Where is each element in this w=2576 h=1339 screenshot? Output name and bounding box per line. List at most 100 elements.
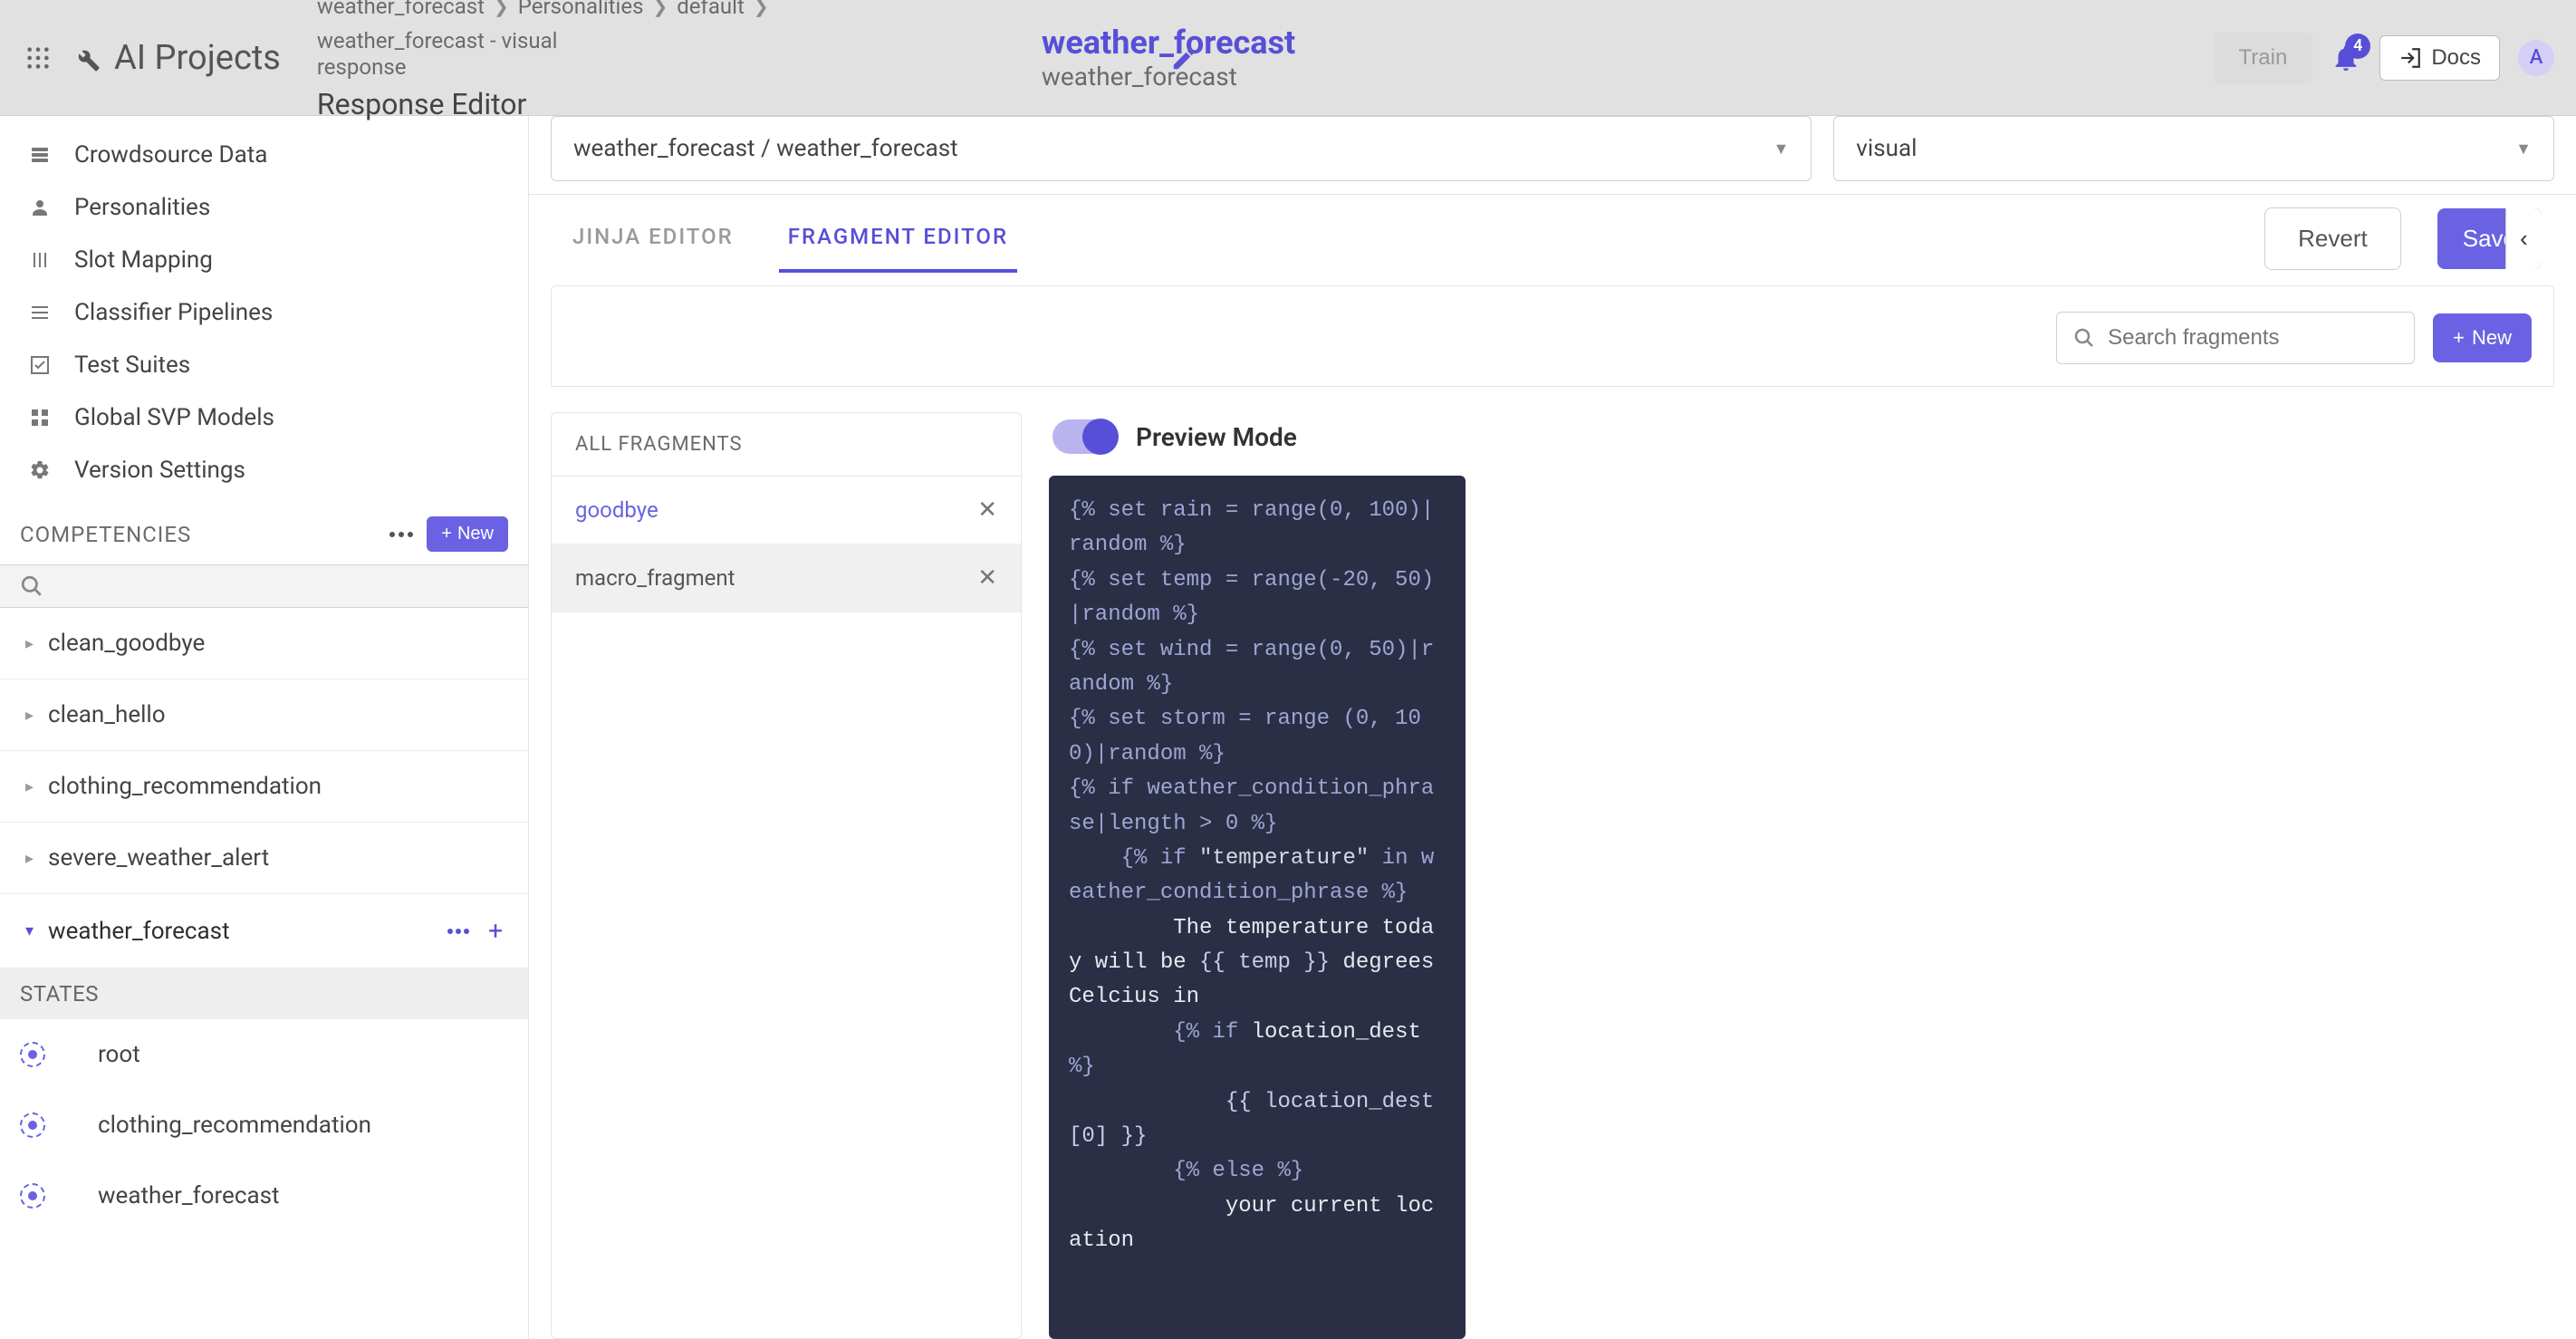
person-icon bbox=[27, 197, 53, 218]
state-label: root bbox=[98, 1041, 140, 1068]
more-icon[interactable] bbox=[447, 928, 470, 935]
nav-item-global-svp[interactable]: Global SVP Models bbox=[0, 391, 528, 444]
more-icon[interactable] bbox=[389, 530, 414, 539]
close-icon[interactable]: ✕ bbox=[977, 564, 997, 592]
chevron-right-icon: ▸ bbox=[25, 777, 34, 796]
competencies-label: COMPETENCIES bbox=[20, 522, 191, 547]
nav-label: Version Settings bbox=[74, 457, 245, 484]
search-icon bbox=[2073, 327, 2095, 349]
select-competency-path[interactable]: weather_forecast / weather_forecast ▼ bbox=[551, 116, 1812, 181]
tree-item-severe-weather-alert[interactable]: ▸ severe_weather_alert bbox=[0, 823, 528, 894]
docs-button[interactable]: Docs bbox=[2379, 35, 2500, 81]
caret-down-icon: ▼ bbox=[2515, 140, 2532, 159]
tree-item-clothing-recommendation[interactable]: ▸ clothing_recommendation bbox=[0, 751, 528, 823]
competencies-header: COMPETENCIES + New bbox=[0, 496, 528, 564]
preview-toggle-row: Preview Mode bbox=[1049, 412, 2554, 476]
sidebar: Crowdsource Data Personalities Slot Mapp… bbox=[0, 116, 529, 1339]
preview-mode-label: Preview Mode bbox=[1136, 422, 1297, 452]
state-bullet-icon bbox=[20, 1113, 45, 1138]
avatar[interactable]: A bbox=[2518, 40, 2554, 76]
fragment-name: goodbye bbox=[575, 497, 658, 523]
nav-item-personalities[interactable]: Personalities bbox=[0, 181, 528, 234]
close-icon[interactable]: ✕ bbox=[977, 496, 997, 524]
response-editor-label: Response Editor bbox=[317, 87, 969, 121]
nav-item-classifier-pipelines[interactable]: Classifier Pipelines bbox=[0, 286, 528, 339]
train-button[interactable]: Train bbox=[2214, 33, 2313, 83]
tree-item-weather-forecast[interactable]: ▾ weather_forecast + bbox=[0, 894, 528, 968]
nav-item-slot-mapping[interactable]: Slot Mapping bbox=[0, 234, 528, 286]
tree-item-clean-goodbye[interactable]: ▸ clean_goodbye bbox=[0, 608, 528, 679]
nav-item-version-settings[interactable]: Version Settings bbox=[0, 444, 528, 496]
notifications-button[interactable]: 4 bbox=[2331, 43, 2361, 73]
wrench-icon bbox=[71, 43, 101, 73]
revert-button[interactable]: Revert bbox=[2264, 207, 2401, 270]
crumb-default[interactable]: default bbox=[677, 0, 745, 19]
search-icon bbox=[20, 574, 43, 598]
save-button[interactable]: Save ‹ bbox=[2437, 208, 2542, 269]
edit-icon[interactable] bbox=[1170, 45, 1197, 72]
tab-jinja-editor[interactable]: JINJA EDITOR bbox=[563, 204, 743, 273]
state-item-root[interactable]: root bbox=[0, 1019, 528, 1090]
mapping-icon bbox=[27, 249, 53, 271]
chevron-right-icon: ❯ bbox=[652, 0, 668, 17]
caret-down-icon: ▼ bbox=[1773, 140, 1789, 159]
plus-icon: + bbox=[2453, 326, 2465, 350]
new-fragment-button[interactable]: + New bbox=[2433, 313, 2532, 362]
apps-menu-icon[interactable] bbox=[22, 42, 54, 74]
exit-icon bbox=[2398, 46, 2422, 70]
plus-icon[interactable]: + bbox=[488, 916, 503, 946]
fragment-item-macro-fragment[interactable]: macro_fragment ✕ bbox=[552, 544, 1021, 612]
brand[interactable]: AI Projects bbox=[71, 38, 281, 78]
fragment-list-header: ALL FRAGMENTS bbox=[552, 413, 1021, 477]
nav-label: Crowdsource Data bbox=[74, 141, 267, 169]
page-title-block: weather_forecast weather_forecast bbox=[1042, 24, 1295, 92]
tree-label: clean_goodbye bbox=[48, 630, 205, 657]
fragment-toolbar: + New bbox=[551, 285, 2554, 387]
crumb-personalities[interactable]: Personalities bbox=[518, 0, 644, 19]
state-bullet-icon bbox=[20, 1042, 45, 1067]
search-fragments-field[interactable] bbox=[2108, 325, 2398, 351]
select-response-type[interactable]: visual ▼ bbox=[1833, 116, 2554, 181]
tree-item-clean-hello[interactable]: ▸ clean_hello bbox=[0, 679, 528, 751]
chevron-down-icon: ▾ bbox=[25, 921, 34, 940]
sidebar-nav: Crowdsource Data Personalities Slot Mapp… bbox=[0, 116, 528, 496]
select-value: weather_forecast / weather_forecast bbox=[573, 135, 958, 162]
preview-mode-toggle[interactable] bbox=[1053, 419, 1118, 454]
check-icon bbox=[27, 354, 53, 376]
chevron-right-icon: ▸ bbox=[25, 634, 34, 653]
fragment-item-goodbye[interactable]: goodbye ✕ bbox=[552, 477, 1021, 544]
state-item-clothing-recommendation[interactable]: clothing_recommendation bbox=[0, 1090, 528, 1161]
state-item-weather-forecast[interactable]: weather_forecast bbox=[0, 1161, 528, 1231]
chevron-right-icon: ▸ bbox=[25, 706, 34, 725]
states-label: STATES bbox=[0, 968, 528, 1019]
tabs-row: JINJA EDITOR FRAGMENT EDITOR Revert Save… bbox=[529, 194, 2576, 273]
tree-label: clothing_recommendation bbox=[48, 773, 322, 800]
nav-label: Classifier Pipelines bbox=[74, 299, 273, 326]
tab-fragment-editor[interactable]: FRAGMENT EDITOR bbox=[779, 204, 1017, 273]
new-competency-button[interactable]: + New bbox=[427, 516, 508, 552]
sidebar-search-row[interactable] bbox=[0, 564, 528, 608]
code-preview: {% set rain = range(0, 100)|random %} {%… bbox=[1049, 476, 1466, 1339]
nav-label: Personalities bbox=[74, 194, 210, 221]
preview-panel: Preview Mode {% set rain = range(0, 100)… bbox=[1049, 412, 2554, 1339]
nav-label: Slot Mapping bbox=[74, 246, 213, 274]
select-value: visual bbox=[1856, 135, 1917, 162]
chevron-left-icon[interactable]: ‹ bbox=[2505, 208, 2542, 269]
plus-icon: + bbox=[441, 524, 452, 544]
tree-label: severe_weather_alert bbox=[48, 844, 269, 872]
search-fragments-input[interactable] bbox=[2056, 312, 2415, 364]
brand-label: AI Projects bbox=[114, 38, 281, 78]
toggle-knob bbox=[1082, 419, 1119, 455]
nav-item-crowdsource[interactable]: Crowdsource Data bbox=[0, 129, 528, 181]
editor-split: ALL FRAGMENTS goodbye ✕ macro_fragment ✕… bbox=[529, 387, 2576, 1339]
chevron-right-icon: ❯ bbox=[754, 0, 769, 17]
chevron-right-icon: ▸ bbox=[25, 849, 34, 868]
chevron-right-icon: ❯ bbox=[494, 0, 509, 17]
breadcrumb: weather_forecast ❯ Personalities ❯ defau… bbox=[317, 0, 969, 80]
nav-item-test-suites[interactable]: Test Suites bbox=[0, 339, 528, 391]
crumb-project[interactable]: weather_forecast bbox=[317, 0, 485, 19]
crumb-current: weather_forecast - visual response bbox=[317, 28, 558, 81]
selects-row: weather_forecast / weather_forecast ▼ vi… bbox=[529, 116, 2576, 194]
state-bullet-icon bbox=[20, 1183, 45, 1209]
nav-label: Global SVP Models bbox=[74, 404, 274, 431]
